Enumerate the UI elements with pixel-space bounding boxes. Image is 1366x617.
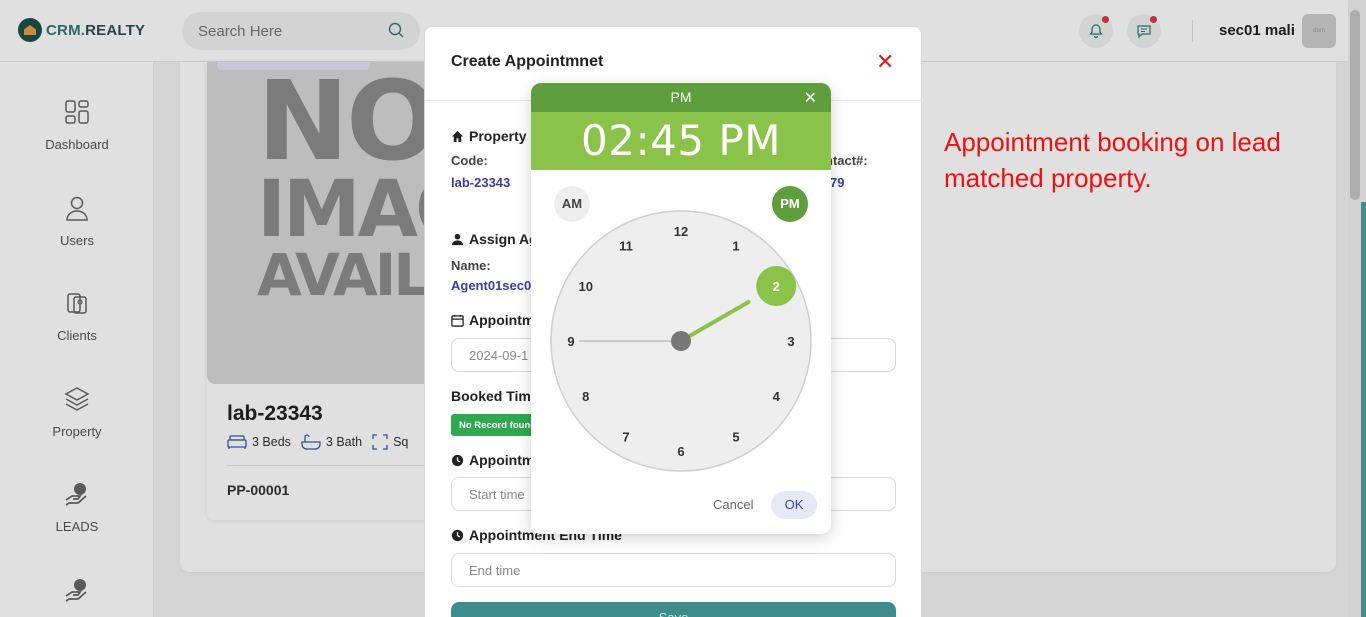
- name-label: Name:: [451, 258, 491, 273]
- hour-label-4[interactable]: 4: [773, 389, 781, 404]
- end-time-input[interactable]: End time: [451, 553, 896, 587]
- assign-agent-heading: Assign Ag: [451, 231, 538, 247]
- hour-label-7[interactable]: 7: [622, 429, 629, 444]
- code-value: lab-23343: [451, 175, 511, 190]
- cancel-button[interactable]: Cancel: [713, 497, 753, 512]
- picker-period: PM: [670, 89, 692, 105]
- modal-title: Create Appointmnet: [451, 53, 604, 70]
- hour-label-2[interactable]: 2: [773, 279, 780, 294]
- contact-label: ntact#:: [825, 153, 868, 168]
- booked-time-label: Booked Time: [451, 388, 539, 404]
- appointment-date-heading: Appointm: [451, 312, 534, 328]
- hour-label-6[interactable]: 6: [677, 444, 684, 459]
- hour-label-8[interactable]: 8: [582, 389, 589, 404]
- hour-label-9[interactable]: 9: [567, 334, 574, 349]
- home-icon: [451, 130, 464, 142]
- start-placeholder: Start time: [469, 486, 525, 502]
- picker-header: PM ✕: [531, 83, 831, 112]
- contact-value: 79: [830, 175, 845, 190]
- picker-close-icon[interactable]: ✕: [804, 88, 817, 108]
- agent-name-value: Agent01sec0: [451, 278, 532, 293]
- annotation-text: Appointment booking on lead matched prop…: [944, 127, 1281, 193]
- hour-label-1[interactable]: 1: [732, 239, 739, 254]
- hour-label-12[interactable]: 12: [674, 224, 688, 239]
- date-value: 2024-09-1: [469, 347, 529, 363]
- time-display: 02:45 PM: [531, 112, 831, 170]
- calendar-icon: [451, 314, 464, 327]
- clock-face[interactable]: 121234567891011: [550, 210, 812, 472]
- start-time-heading: Appointm: [451, 452, 534, 468]
- hour-label-11[interactable]: 11: [619, 239, 633, 254]
- hour-label-10[interactable]: 10: [579, 279, 593, 294]
- save-button[interactable]: Save: [451, 602, 896, 617]
- code-label: Code:: [451, 153, 488, 168]
- ok-button[interactable]: OK: [771, 491, 817, 519]
- clock-center: [671, 331, 691, 351]
- agent-icon: [451, 233, 464, 245]
- start-heading: Appointm: [469, 452, 535, 468]
- hour-label-5[interactable]: 5: [732, 429, 739, 444]
- clock-icon: [451, 454, 464, 466]
- time-picker: PM ✕ 02:45 PM AM PM 12 1 2 3 4 5 6 7 8 9 10 11 Canc…: [531, 83, 831, 534]
- date-heading: Appointm: [469, 312, 535, 328]
- end-placeholder: End time: [469, 562, 521, 578]
- assign-heading: Assign Ag: [469, 231, 538, 247]
- property-heading: Property: [469, 128, 527, 144]
- hour-label-3[interactable]: 3: [787, 334, 794, 349]
- clock-icon: [451, 529, 464, 541]
- close-icon[interactable]: ✕: [876, 51, 894, 73]
- property-section-heading: Property: [451, 128, 527, 144]
